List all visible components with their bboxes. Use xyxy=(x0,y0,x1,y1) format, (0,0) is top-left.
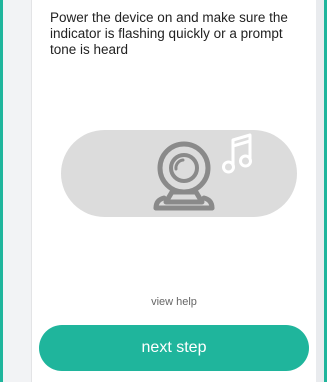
left-accent-bar xyxy=(0,0,3,382)
next-step-button[interactable]: next step xyxy=(39,325,309,371)
instruction-text: Power the device on and make sure the in… xyxy=(50,10,288,57)
music-note-icon xyxy=(222,133,252,174)
left-panel-edge xyxy=(0,0,32,382)
setup-step-screen: Power the device on and make sure the in… xyxy=(32,0,316,382)
view-help-link[interactable]: view help xyxy=(32,296,316,308)
right-panel-edge xyxy=(316,0,327,382)
camera-icon xyxy=(153,141,215,211)
